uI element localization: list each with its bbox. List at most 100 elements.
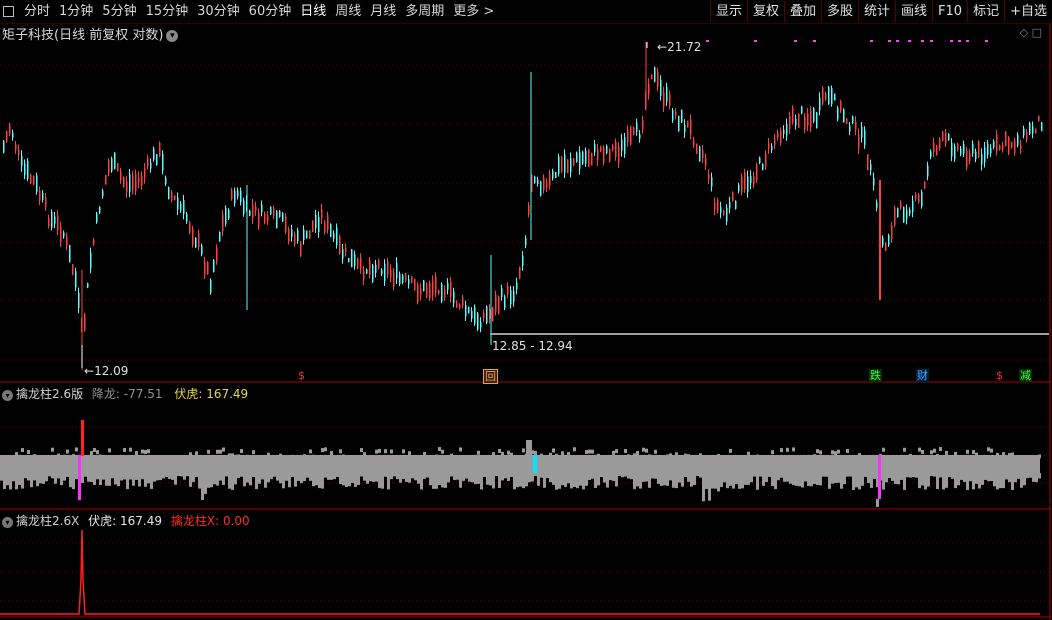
histogram-bar <box>708 473 711 501</box>
histogram-bar <box>1017 473 1020 479</box>
candle-body <box>207 261 209 274</box>
candle-body <box>804 116 806 130</box>
candle-body <box>423 280 425 292</box>
candle-body <box>399 273 401 284</box>
candle-body <box>492 307 494 321</box>
event-marker[interactable]: $ <box>995 369 1004 382</box>
candle-body <box>456 301 458 308</box>
candle-body <box>60 226 62 243</box>
chevron-down-icon[interactable]: ▾ <box>2 390 13 401</box>
histogram-bar <box>207 473 210 488</box>
tab-15min[interactable]: 15分钟 <box>146 3 189 21</box>
histogram-bar <box>564 473 567 487</box>
histogram-bar <box>27 473 30 481</box>
histogram-bar <box>975 452 978 457</box>
candle-body <box>99 207 101 214</box>
f10-button[interactable]: F10 <box>932 1 967 22</box>
tab-multi-period[interactable]: 多周期 <box>405 3 444 21</box>
histogram-bar <box>174 473 177 485</box>
histogram-bar <box>885 473 888 483</box>
histogram-bar <box>1020 473 1023 488</box>
histogram-bar <box>96 473 99 480</box>
candle-body <box>69 244 71 263</box>
candle-body <box>9 124 11 135</box>
event-marker[interactable]: 回 <box>483 369 498 384</box>
candle-body <box>708 173 710 180</box>
histogram-bar <box>60 473 63 486</box>
candle-body <box>213 259 215 272</box>
fuquan-button[interactable]: 复权 <box>746 1 784 22</box>
histogram-bar <box>684 473 687 477</box>
candle-body <box>45 197 47 207</box>
candle-body <box>771 146 773 151</box>
tab-5min[interactable]: 5分钟 <box>102 3 136 21</box>
histogram-bar <box>510 473 513 478</box>
histogram-bar <box>303 454 306 459</box>
draw-line-button[interactable]: 画线 <box>895 1 932 22</box>
mark-button[interactable]: 标记 <box>967 1 1004 22</box>
tab-daily[interactable]: 日线 <box>300 3 326 21</box>
histogram-bar <box>9 473 12 490</box>
multi-stock-button[interactable]: 多股 <box>821 1 858 22</box>
tab-1min[interactable]: 1分钟 <box>59 3 93 21</box>
histogram-bar <box>384 449 387 454</box>
histogram-bar <box>837 473 840 483</box>
candle-body <box>288 228 290 243</box>
histogram-bar <box>612 450 615 455</box>
histogram-bar <box>762 473 765 486</box>
histogram-bar <box>138 473 141 487</box>
event-marker[interactable]: 财 <box>916 369 929 382</box>
histogram-bar <box>360 448 363 453</box>
chevron-down-icon[interactable]: ▾ <box>166 30 179 42</box>
tab-fenshi[interactable]: 分时 <box>24 3 50 21</box>
histogram-bar <box>636 473 639 487</box>
event-marker[interactable]: $ <box>297 369 306 382</box>
histogram-bar <box>402 449 405 454</box>
candle-body <box>780 130 782 143</box>
candle-body <box>651 74 653 80</box>
display-button[interactable]: 显示 <box>709 1 747 22</box>
statistics-button[interactable]: 统计 <box>858 1 895 22</box>
candle-body <box>249 210 251 216</box>
candle-body <box>6 131 8 143</box>
indicator-name: 擒龙柱2.6版 <box>16 387 84 401</box>
close-icon[interactable]: □ <box>1032 26 1042 39</box>
candle-body <box>171 192 173 200</box>
histogram-bar <box>162 473 165 479</box>
histogram-bar <box>552 473 555 485</box>
histogram-bar <box>288 473 291 488</box>
histogram-bar <box>36 473 39 487</box>
histogram-bar <box>526 440 532 456</box>
histogram-bar <box>774 473 777 490</box>
histogram-bar <box>363 473 366 481</box>
histogram-bar <box>492 452 495 457</box>
event-marker[interactable]: 跌 <box>869 369 882 382</box>
candle-body <box>585 150 587 164</box>
chevron-down-icon[interactable]: ▾ <box>2 517 13 528</box>
histogram-bar <box>198 473 201 489</box>
histogram-bar <box>834 451 837 456</box>
histogram-bar <box>297 473 300 481</box>
overlay-button[interactable]: 叠加 <box>783 1 821 22</box>
candle-body <box>435 276 437 293</box>
window-toggle-icon[interactable] <box>3 6 14 17</box>
tab-60min[interactable]: 60分钟 <box>249 3 292 21</box>
add-watchlist-button[interactable]: +自选 <box>1004 1 1052 22</box>
tab-monthly[interactable]: 月线 <box>370 3 396 21</box>
candle-body <box>549 173 551 186</box>
histogram-bar <box>627 454 630 459</box>
tab-more[interactable]: 更多 > <box>453 3 494 21</box>
histogram-bar <box>942 473 945 490</box>
tab-30min[interactable]: 30分钟 <box>197 3 240 21</box>
histogram-bar <box>474 454 477 459</box>
candle-body <box>75 271 77 288</box>
candle-body <box>795 118 797 126</box>
histogram-bar <box>81 420 84 456</box>
tab-weekly[interactable]: 周线 <box>335 3 361 21</box>
diamond-icon[interactable]: ◇ <box>1020 26 1028 39</box>
histogram-bar <box>681 473 684 487</box>
histogram-bar <box>858 453 861 458</box>
event-marker[interactable]: 减 <box>1019 369 1032 382</box>
candle-body <box>1014 140 1016 153</box>
candlestick-series[interactable] <box>3 40 1049 370</box>
